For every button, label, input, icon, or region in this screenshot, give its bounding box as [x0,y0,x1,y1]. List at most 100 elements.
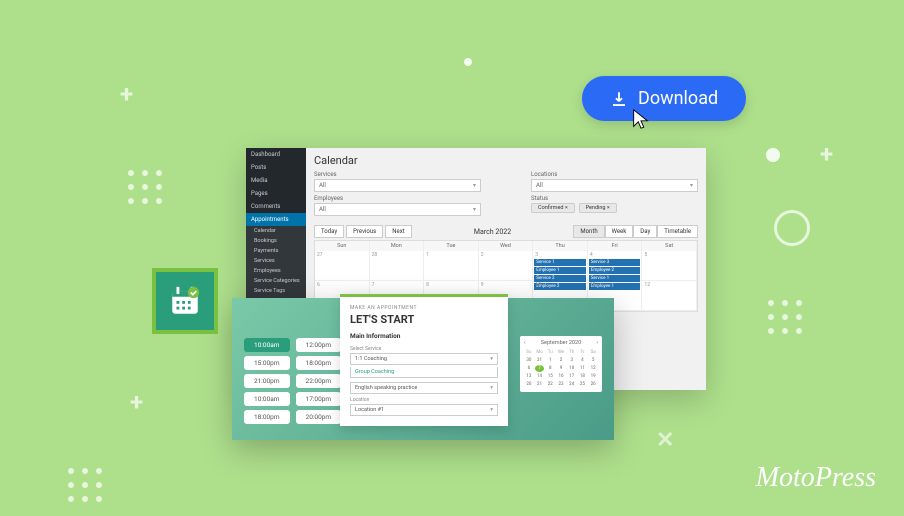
mini-day[interactable]: 11 [578,365,588,372]
service-select[interactable]: 1:1 Coaching [350,353,498,365]
event[interactable]: Employee 2 [589,267,641,274]
day-header: Fri [588,241,643,251]
submenu-item[interactable]: Services [246,256,306,266]
mini-day[interactable]: 25 [578,381,588,388]
mini-day[interactable]: 18 [578,373,588,380]
time-slot[interactable]: 18:00pm [244,410,290,424]
booking-form: MAKE AN APPOINTMENT LET'S START Main Inf… [340,294,508,426]
time-slot[interactable]: 10:00am [244,338,290,352]
cal-cell[interactable]: 1 [424,251,479,281]
mini-next-icon[interactable]: › [596,340,598,346]
sidebar-item[interactable]: Dashboard [246,148,306,161]
time-slot[interactable]: 22:00pm [296,374,342,388]
view-month[interactable]: Month [573,225,604,238]
prev-button[interactable]: Previous [346,225,383,238]
cal-cell[interactable]: 2 [479,251,534,281]
mini-day[interactable]: 12 [588,365,598,372]
location-label: Location [350,397,498,403]
day-header: Sun [315,241,370,251]
mini-day[interactable]: 20 [524,381,534,388]
time-slot[interactable]: 18:00pm [296,356,342,370]
mini-day[interactable]: 6 [524,365,534,372]
download-icon [610,90,628,108]
mini-day[interactable]: 8 [545,365,555,372]
today-button[interactable]: Today [314,225,344,238]
form-micro: MAKE AN APPOINTMENT [350,305,498,311]
mini-day[interactable]: 23 [556,381,566,388]
event[interactable]: Employee 1 [534,267,586,274]
submenu-item[interactable]: Bookings [246,236,306,246]
locations-select[interactable]: All [531,179,698,192]
mini-day[interactable]: 31 [535,357,545,364]
event[interactable]: Service 1 [534,259,586,266]
download-label: Download [638,88,718,109]
cal-cell[interactable]: 27 [315,251,370,281]
mini-day[interactable]: 22 [545,381,555,388]
booking-widget: 10:00am 12:00pm 15:00pm 18:00pm 21:00pm … [232,298,614,440]
view-day[interactable]: Day [633,225,657,238]
mini-day[interactable]: 9 [556,365,566,372]
time-slot[interactable]: 12:00pm [296,338,342,352]
time-slot[interactable]: 15:00pm [244,356,290,370]
extra-select[interactable]: English speaking practice [350,382,498,394]
next-button[interactable]: Next [385,225,411,238]
event[interactable]: Service 3 [589,259,641,266]
cal-cell[interactable]: 4 Service 3 Employee 2 Service 1 Employe… [588,251,643,281]
mini-day-selected[interactable]: 7 [535,365,545,372]
mini-day[interactable]: 26 [588,381,598,388]
time-slot[interactable]: 20:00pm [296,410,342,424]
submenu-item[interactable]: Service Categories [246,276,306,286]
day-header: Mon [370,241,425,251]
time-slot[interactable]: 10:00am [244,392,290,406]
view-timetable[interactable]: Timetable [657,225,698,238]
form-heading: LET'S START [350,313,498,326]
view-week[interactable]: Week [605,225,634,238]
mini-day[interactable]: 14 [535,373,545,380]
status-pill[interactable]: Pending × [579,203,617,213]
location-select[interactable]: Location #1 [350,404,498,416]
time-slot[interactable]: 21:00pm [244,374,290,388]
sidebar-item[interactable]: Media [246,174,306,187]
employees-select[interactable]: All [314,203,481,216]
page-title: Calendar [314,154,698,167]
cal-cell[interactable]: 12 [642,281,697,311]
services-select[interactable]: All [314,179,481,192]
filter-label: Services [314,171,481,178]
mini-day[interactable]: 2 [556,357,566,364]
submenu-item[interactable]: Calendar [246,226,306,236]
month-label: March 2022 [474,228,511,236]
cal-cell[interactable]: 3 Service 1 Employee 1 Service 2 Employe… [533,251,588,281]
mini-day[interactable]: 10 [567,365,577,372]
mini-day[interactable]: 21 [535,381,545,388]
form-subheading: Main Information [350,332,498,340]
sidebar-item[interactable]: Posts [246,161,306,174]
mini-day[interactable]: 3 [567,357,577,364]
mini-day[interactable]: 4 [578,357,588,364]
download-button[interactable]: Download [582,76,746,121]
mini-prev-icon[interactable]: ‹ [524,340,526,346]
service-option[interactable]: Group Coaching [350,367,498,378]
mini-title: September 2020 [541,340,581,346]
submenu-item[interactable]: Payments [246,246,306,256]
mini-day[interactable]: 30 [524,357,534,364]
status-pill[interactable]: Confirmed × [531,203,575,213]
submenu-item[interactable]: Service Tags [246,286,306,296]
mini-day[interactable]: 17 [567,373,577,380]
sidebar-item[interactable]: Comments [246,200,306,213]
mini-day[interactable]: 13 [524,373,534,380]
day-header: Sat [642,241,697,251]
sidebar-item-appointments[interactable]: Appointments [246,213,306,226]
sidebar-item[interactable]: Pages [246,187,306,200]
service-label: Select Service [350,346,498,352]
mini-day[interactable]: 16 [556,373,566,380]
day-header: Thu [533,241,588,251]
time-slot[interactable]: 17:00pm [296,392,342,406]
mini-day[interactable]: 24 [567,381,577,388]
mini-day[interactable]: 19 [588,373,598,380]
cal-cell[interactable]: 28 [370,251,425,281]
submenu-item[interactable]: Employees [246,266,306,276]
mini-day[interactable]: 15 [545,373,555,380]
cal-cell[interactable]: 5 [642,251,697,281]
mini-day[interactable]: 5 [588,357,598,364]
mini-day[interactable]: 1 [545,357,555,364]
